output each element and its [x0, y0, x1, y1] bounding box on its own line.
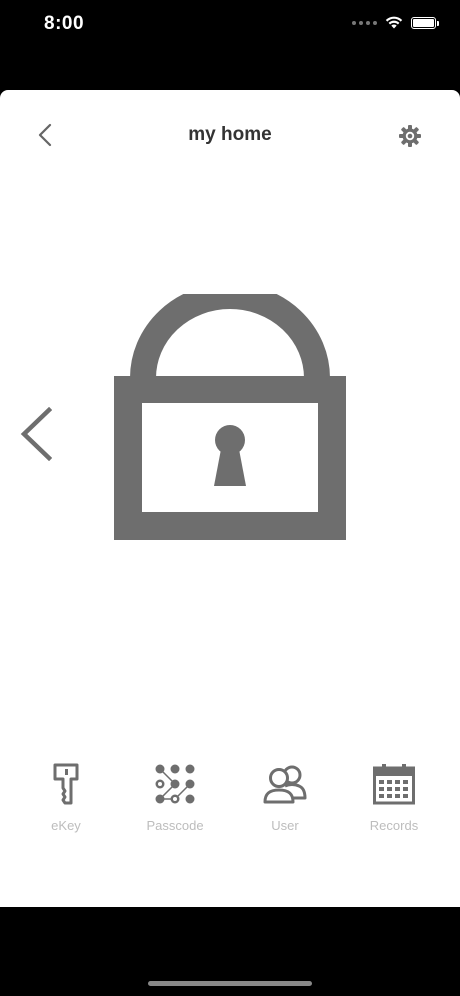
key-icon	[53, 763, 79, 805]
settings-button[interactable]	[396, 122, 424, 150]
battery-icon	[411, 16, 439, 29]
keypad-icon	[155, 764, 195, 804]
home-indicator[interactable]	[148, 981, 312, 986]
calendar-icon	[373, 764, 415, 805]
previous-lock-button[interactable]	[14, 402, 58, 466]
lock-toggle-button[interactable]	[114, 283, 346, 540]
tab-label-records: Records	[369, 818, 419, 833]
lock-detail-card: my home eKey Passcode User Records	[0, 90, 460, 907]
users-icon	[263, 765, 307, 804]
feature-tab-bar: eKey Passcode User Records	[0, 762, 460, 842]
tab-passcode[interactable]: Passcode	[125, 762, 225, 842]
chevron-left-icon	[20, 407, 52, 461]
status-indicators	[352, 16, 439, 29]
tab-label-user: User	[271, 818, 299, 833]
tab-ekey[interactable]: eKey	[16, 762, 116, 842]
tab-label-passcode: Passcode	[146, 818, 204, 833]
tab-user[interactable]: User	[235, 762, 335, 842]
status-time: 8:00	[44, 13, 85, 34]
page-title: my home	[188, 124, 272, 145]
cellular-signal-icon	[352, 20, 377, 25]
wifi-icon	[385, 16, 403, 29]
padlock-icon	[114, 283, 346, 540]
nav-bar: my home	[0, 90, 460, 182]
tab-records[interactable]: Records	[344, 762, 444, 842]
tab-label-ekey: eKey	[51, 818, 81, 833]
app-screen: 8:00 my home eKey Passcode User Records	[0, 0, 460, 996]
gear-icon	[399, 125, 421, 147]
status-bar: 8:00	[0, 0, 460, 50]
